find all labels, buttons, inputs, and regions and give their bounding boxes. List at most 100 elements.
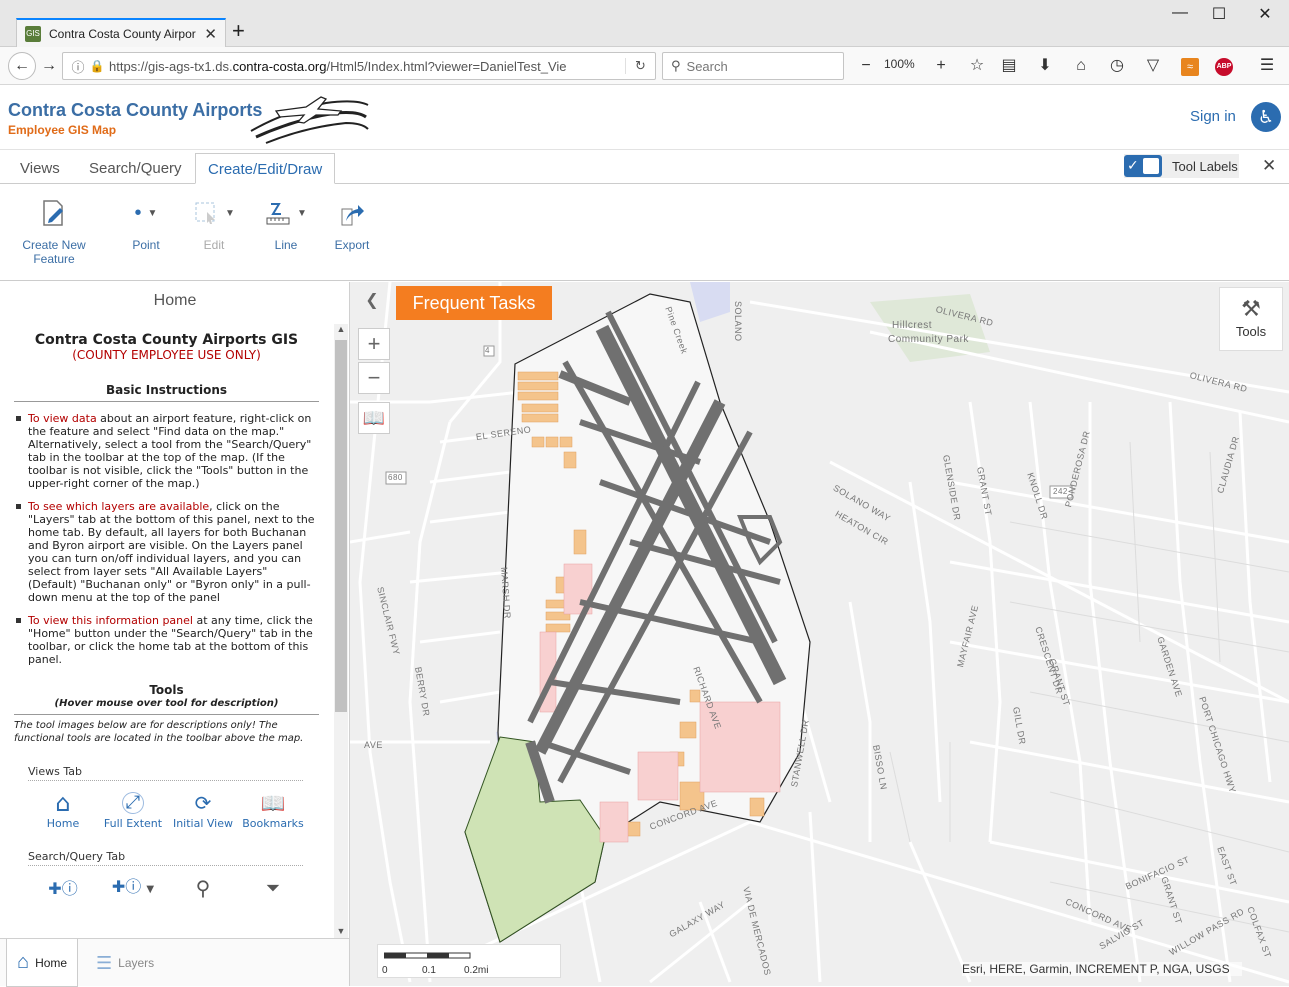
tools-icon: ⚒ <box>1241 296 1261 321</box>
edit-label: Edit <box>203 238 225 252</box>
export-tool-button[interactable]: Export <box>330 198 374 252</box>
close-ribbon-icon[interactable]: ✕ <box>1262 156 1276 176</box>
instruction-item: To view data about an airport feature, r… <box>14 412 319 490</box>
search-placeholder: Search <box>686 58 728 74</box>
browser-navbar: ← → ⓘ 🔒 https://gis-ags-tx1.ds.contra-co… <box>0 47 1289 85</box>
url-path: /Html5/Index.html?viewer=DanielTest_Vie <box>326 58 567 74</box>
footer-layers-label: Layers <box>118 956 155 970</box>
toggle-switch[interactable]: ✓ <box>1124 155 1162 177</box>
scroll-down-icon[interactable]: ▼ <box>334 926 348 936</box>
tools-button[interactable]: ⚒ Tools <box>1219 287 1283 351</box>
url-bar[interactable]: ⓘ 🔒 https://gis-ags-tx1.ds.contra-costa.… <box>62 52 656 80</box>
footer-tab-home[interactable]: ⌂ Home <box>6 939 79 987</box>
footer-tab-layers[interactable]: ☰ Layers <box>96 939 154 987</box>
edit-tool-button: ▼ Edit <box>186 198 242 252</box>
star-icon[interactable]: ☆ <box>966 56 988 76</box>
search-identify-item: ✚ⓘ <box>28 874 98 902</box>
tool-labels-toggle[interactable]: ✓ Tool Labels <box>1124 154 1239 178</box>
collapse-panel-icon[interactable]: ❮ <box>358 288 386 316</box>
app-header: Contra Costa County Airports Employee GI… <box>0 85 1289 150</box>
search-identify-dropdown-item: ✚ⓘ ▼ <box>98 874 168 902</box>
create-new-feature-button[interactable]: Create New Feature <box>18 198 90 266</box>
zoom-in-icon[interactable]: + <box>930 56 952 76</box>
history-icon[interactable]: ◷ <box>1106 56 1128 76</box>
map-zoom-out-button[interactable]: − <box>358 362 390 394</box>
create-new-label-2: Feature <box>33 252 75 266</box>
views-tools-row: ⌂ Home ⤢ Full Extent ⟳ Initial View 📖 Bookma… <box>28 789 319 831</box>
views-tab-heading: Views Tab <box>28 765 303 781</box>
library-icon[interactable]: ▤ <box>998 56 1020 76</box>
back-icon[interactable]: ← <box>8 52 36 80</box>
tools-heading: Tools <box>149 683 184 697</box>
line-label: Line <box>274 238 298 252</box>
instruction-item: To see which layers are available, click… <box>14 500 319 604</box>
search-tools-row: ✚ⓘ ✚ⓘ ▼ ⚲ ⏷ <box>28 874 319 902</box>
search-filter-item: ⏷ <box>238 874 308 902</box>
scale-bar: 0 0.1 0.2mi <box>377 944 561 978</box>
check-icon: ✓ <box>1127 157 1139 173</box>
forward-icon[interactable]: → <box>38 55 60 77</box>
views-bookmarks-label: Bookmarks <box>242 817 304 830</box>
info-icon[interactable]: ⓘ <box>67 57 89 76</box>
accessibility-icon[interactable]: ♿ <box>1251 102 1281 132</box>
maximize-icon[interactable]: ☐ <box>1199 4 1239 24</box>
panel-footer-tabs: ⌂ Home ☰ Layers <box>0 938 349 987</box>
edit-icon <box>195 202 216 224</box>
download-icon[interactable]: ⬇ <box>1034 56 1056 76</box>
browser-search-input[interactable]: ⚲ Search <box>662 52 844 80</box>
reload-icon[interactable]: ↻ <box>625 58 655 74</box>
url-domain: contra-costa.org <box>232 58 327 74</box>
frequent-tasks-button[interactable]: Frequent Tasks <box>396 286 552 320</box>
url-text[interactable]: https://gis-ags-tx1.ds.contra-costa.org/… <box>105 59 625 74</box>
chevron-down-icon[interactable]: ▼ <box>297 208 307 219</box>
create-feature-icon <box>43 200 63 226</box>
map-label-hillcrest: Hillcrest <box>892 320 933 331</box>
panel-scroll-thumb[interactable] <box>335 340 347 712</box>
bookmarks-icon[interactable]: 📖 <box>358 402 390 434</box>
views-home-label: Home <box>46 817 80 830</box>
initial-view-icon: ⟳ <box>194 790 212 815</box>
url-prefix: https://gis-ags-tx1.ds. <box>109 58 233 74</box>
airport-logo <box>250 96 369 144</box>
point-label: Point <box>132 238 160 252</box>
basic-instructions-heading: Basic Instructions <box>14 384 319 402</box>
map-zoom-in-button[interactable]: + <box>358 328 390 360</box>
views-initial-view-label: Initial View <box>172 817 234 830</box>
scale-label-01: 0.1 <box>422 965 436 976</box>
panel-title: Home <box>153 292 197 309</box>
pocket-icon[interactable]: ▽ <box>1142 56 1164 76</box>
browser-tab[interactable]: GIS Contra Costa County Airpor ✕ <box>16 18 226 47</box>
adblock-icon[interactable]: ABP <box>1215 58 1233 76</box>
chevron-down-icon[interactable]: ▼ <box>148 208 158 219</box>
zoom-out-icon[interactable]: − <box>855 56 877 76</box>
favicon-icon: GIS <box>25 25 41 42</box>
tool-labels-label: Tool Labels <box>1172 158 1238 174</box>
identify-dropdown-icon: ✚ⓘ ▼ <box>111 877 155 896</box>
views-full-extent-item: ⤢ Full Extent <box>98 789 168 830</box>
browser-titlebar: GIS Contra Costa County Airpor ✕ + — ☐ ✕ <box>0 0 1289 47</box>
menu-icon[interactable]: ☰ <box>1256 56 1278 76</box>
sign-in-link[interactable]: Sign in <box>1190 108 1236 125</box>
tab-search-query[interactable]: Search/Query <box>77 153 194 184</box>
minimize-icon[interactable]: — <box>1160 4 1200 22</box>
tab-create-edit-draw[interactable]: Create/Edit/Draw <box>195 153 336 184</box>
point-tool-button[interactable]: • ▼ Point <box>120 198 172 253</box>
filter-icon: ⏷ <box>265 877 281 899</box>
new-tab-icon[interactable]: + <box>232 18 245 44</box>
rss-icon[interactable]: ≈ <box>1181 58 1199 76</box>
close-tab-icon[interactable]: ✕ <box>204 25 217 43</box>
close-window-icon[interactable]: ✕ <box>1245 4 1285 24</box>
instruction-item: To view this information panel at any ti… <box>14 614 319 666</box>
tools-label: Tools <box>1235 324 1267 339</box>
scroll-up-icon[interactable]: ▲ <box>334 324 348 334</box>
views-initial-view-item: ⟳ Initial View <box>168 789 238 831</box>
map-view[interactable]: Hillcrest Community Park OLIVERA RD OLIV… <box>350 282 1289 986</box>
panel-content: Contra Costa County Airports GIS (COUNTY… <box>14 333 319 902</box>
home-icon[interactable]: ⌂ <box>1070 56 1092 76</box>
instruction-text: , click on the "Layers" tab at the botto… <box>28 500 315 604</box>
zoom-level[interactable]: 100% <box>884 57 915 71</box>
home-panel: Home ▲ ▼ Contra Costa County Airports GI… <box>0 282 350 987</box>
line-tool-button[interactable]: ▼ Line <box>258 198 314 252</box>
search-query-item: ⚲ <box>168 874 238 902</box>
tab-views[interactable]: Views <box>8 153 72 184</box>
